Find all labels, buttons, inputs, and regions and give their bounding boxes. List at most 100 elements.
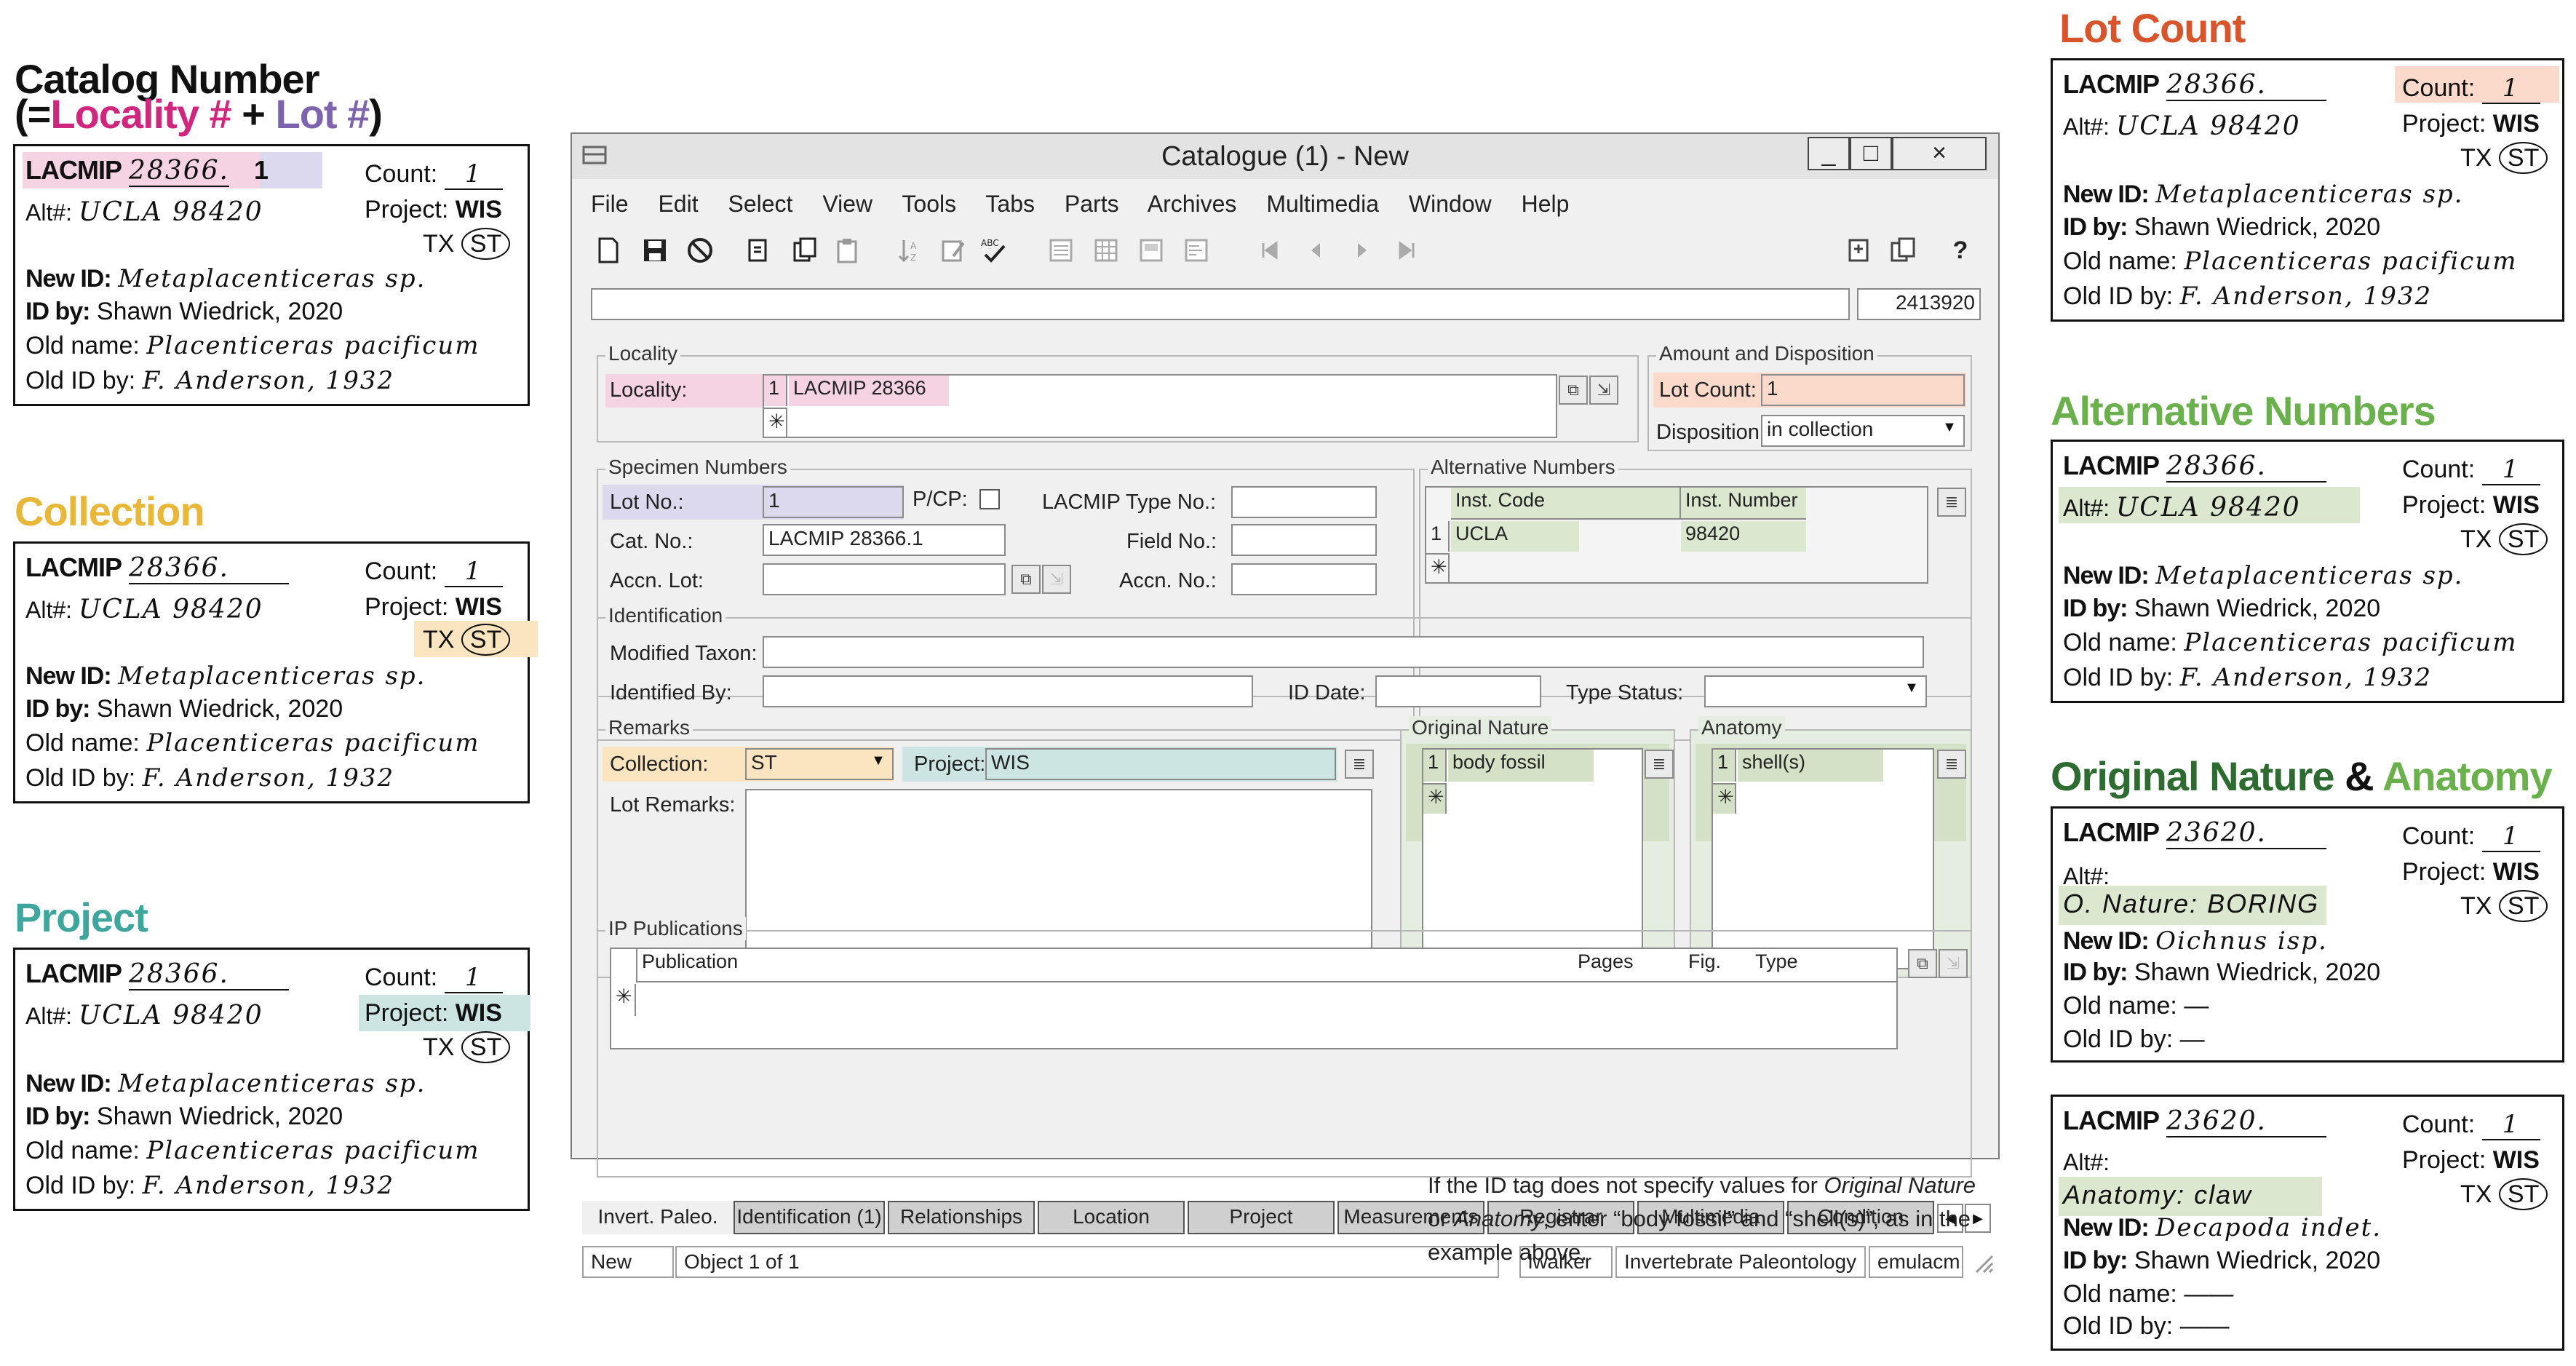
- st-circle: ST: [2498, 142, 2548, 174]
- oldname-value: —: [2184, 992, 2209, 1020]
- project-edit-icon[interactable]: ≣: [1345, 750, 1374, 779]
- context-help-icon[interactable]: ?: [1946, 236, 1975, 265]
- identified-by-field[interactable]: [763, 675, 1253, 707]
- field-no-field[interactable]: [1231, 524, 1377, 556]
- idby-label: ID by:: [25, 695, 90, 723]
- spellcheck-icon[interactable]: ABC: [979, 236, 1009, 265]
- copy-record-icon[interactable]: [744, 236, 773, 265]
- locality-lookup-icon[interactable]: ⧉: [1559, 376, 1588, 405]
- oldidby-label: Old ID by:: [2063, 664, 2174, 691]
- lot-no-field[interactable]: 1: [763, 486, 904, 518]
- minimize-button[interactable]: _: [1808, 137, 1850, 170]
- oldidby-value: —: [2179, 1025, 2205, 1053]
- altnum-code-value[interactable]: UCLA: [1451, 521, 1579, 552]
- view-page-icon[interactable]: [1137, 236, 1166, 265]
- alt-value: UCLA 98420: [2115, 111, 2301, 141]
- menu-tools[interactable]: Tools: [902, 191, 956, 217]
- tab-identification[interactable]: Identification (1): [734, 1201, 885, 1234]
- new-row-icon[interactable]: ✳: [1713, 783, 1736, 814]
- menu-file[interactable]: File: [591, 191, 629, 217]
- chevron-down-icon[interactable]: ▼: [1939, 419, 1960, 441]
- maximize-button[interactable]: □: [1850, 137, 1892, 170]
- project-label: Project:: [365, 999, 449, 1027]
- sort-icon[interactable]: AZ: [895, 236, 924, 265]
- accn-lot-field[interactable]: [763, 563, 1006, 595]
- locality-open-icon[interactable]: ⇲: [1589, 376, 1618, 405]
- menu-window[interactable]: Window: [1409, 191, 1492, 217]
- view-list-icon[interactable]: [1046, 236, 1076, 265]
- oldidby-value: F. Anderson, 1932: [2179, 282, 2433, 311]
- locality-value[interactable]: LACMIP 28366: [789, 376, 949, 406]
- oldidby-value: F. Anderson, 1932: [142, 366, 395, 395]
- menu-select[interactable]: Select: [728, 191, 792, 217]
- anatomy-value[interactable]: shell(s): [1738, 750, 1883, 782]
- tab-relationships[interactable]: Relationships: [888, 1201, 1035, 1234]
- new-row-icon[interactable]: ✳: [764, 408, 787, 438]
- new-row-icon[interactable]: ✳: [611, 984, 636, 1016]
- card-lacmip-label: LACMIP: [2063, 69, 2160, 99]
- previous-record-icon[interactable]: [1301, 236, 1330, 265]
- menu-tabs[interactable]: Tabs: [985, 191, 1035, 217]
- menu-view[interactable]: View: [822, 191, 872, 217]
- duplicate-record-icon[interactable]: [790, 236, 819, 265]
- publication-lookup-icon[interactable]: ⧉: [1908, 949, 1937, 978]
- newid-value: Metaplacenticeras sp.: [118, 264, 426, 293]
- new-document-icon[interactable]: [594, 236, 623, 265]
- nature-edit-icon[interactable]: ≣: [1645, 750, 1674, 779]
- first-record-icon[interactable]: [1255, 236, 1284, 265]
- alt-label: Alt#:: [25, 199, 73, 226]
- cancel-icon[interactable]: [685, 236, 715, 265]
- menu-edit[interactable]: Edit: [658, 191, 698, 217]
- pcp-checkbox[interactable]: [979, 489, 1000, 509]
- menu-archives[interactable]: Archives: [1148, 191, 1237, 217]
- tab-invert-paleo[interactable]: Invert. Paleo.: [582, 1201, 734, 1234]
- view-grid-icon[interactable]: [1092, 236, 1121, 265]
- menu-parts[interactable]: Parts: [1065, 191, 1119, 217]
- nature-heading-amp: &: [2334, 753, 2383, 799]
- chevron-down-icon[interactable]: ▼: [1901, 680, 1923, 702]
- count-label: Count:: [2402, 822, 2476, 850]
- modified-taxon-field[interactable]: [763, 636, 1924, 668]
- close-button[interactable]: ×: [1892, 137, 1987, 170]
- cat-no-field[interactable]: LACMIP 28366.1: [763, 524, 1006, 556]
- menu-multimedia[interactable]: Multimedia: [1266, 191, 1379, 217]
- chevron-down-icon[interactable]: ▼: [867, 753, 889, 774]
- altnum-edit-icon[interactable]: ≣: [1937, 488, 1966, 517]
- idby-label: ID by:: [25, 298, 90, 325]
- idby-value: Shawn Wiedrick, 2020: [2134, 958, 2381, 986]
- new-row-icon[interactable]: ✳: [1423, 783, 1447, 814]
- type-no-field[interactable]: [1231, 486, 1377, 518]
- lot-count-field[interactable]: 1: [1761, 374, 1965, 406]
- disposition-select[interactable]: in collection: [1761, 415, 1965, 447]
- last-record-icon[interactable]: [1393, 236, 1422, 265]
- pub-col-header: Publication: [636, 949, 1575, 982]
- attach-multiple-icon[interactable]: [1889, 236, 1918, 265]
- id-tag-card-nature: LACMIP 23620. Count: 1 Alt#: Project: WI…: [2051, 806, 2564, 1063]
- window-titlebar: Catalogue (1) - New _ □ ×: [572, 134, 1998, 179]
- paste-icon[interactable]: [832, 236, 862, 265]
- pages-col-header: Pages: [1573, 949, 1685, 982]
- menu-help[interactable]: Help: [1522, 191, 1570, 217]
- accn-open-icon[interactable]: ⇲: [1042, 565, 1071, 594]
- nature-value[interactable]: body fossil: [1448, 750, 1594, 782]
- id-date-field[interactable]: [1375, 675, 1541, 707]
- anatomy-edit-icon[interactable]: ≣: [1937, 750, 1966, 779]
- altnum-header-number: Inst. Number: [1681, 488, 1806, 520]
- type-status-select[interactable]: [1704, 675, 1927, 707]
- project-field[interactable]: WIS: [985, 748, 1336, 780]
- project-label: Project:: [365, 196, 449, 223]
- edit-icon[interactable]: [939, 236, 968, 265]
- record-summary-field[interactable]: [591, 288, 1850, 320]
- tab-project[interactable]: Project: [1188, 1201, 1335, 1234]
- attach-icon[interactable]: [1844, 236, 1873, 265]
- altnum-number-value[interactable]: 98420: [1681, 521, 1806, 552]
- next-record-icon[interactable]: [1348, 236, 1377, 265]
- type-status-label: Type Status:: [1566, 681, 1684, 704]
- save-icon[interactable]: [640, 236, 669, 265]
- tab-location[interactable]: Location: [1038, 1201, 1185, 1234]
- new-row-icon[interactable]: ✳: [1426, 553, 1450, 584]
- publication-open-icon[interactable]: ⇲: [1939, 949, 1968, 978]
- accn-lookup-icon[interactable]: ⧉: [1011, 565, 1041, 594]
- accn-no-field[interactable]: [1231, 563, 1377, 595]
- view-report-icon[interactable]: [1182, 236, 1211, 265]
